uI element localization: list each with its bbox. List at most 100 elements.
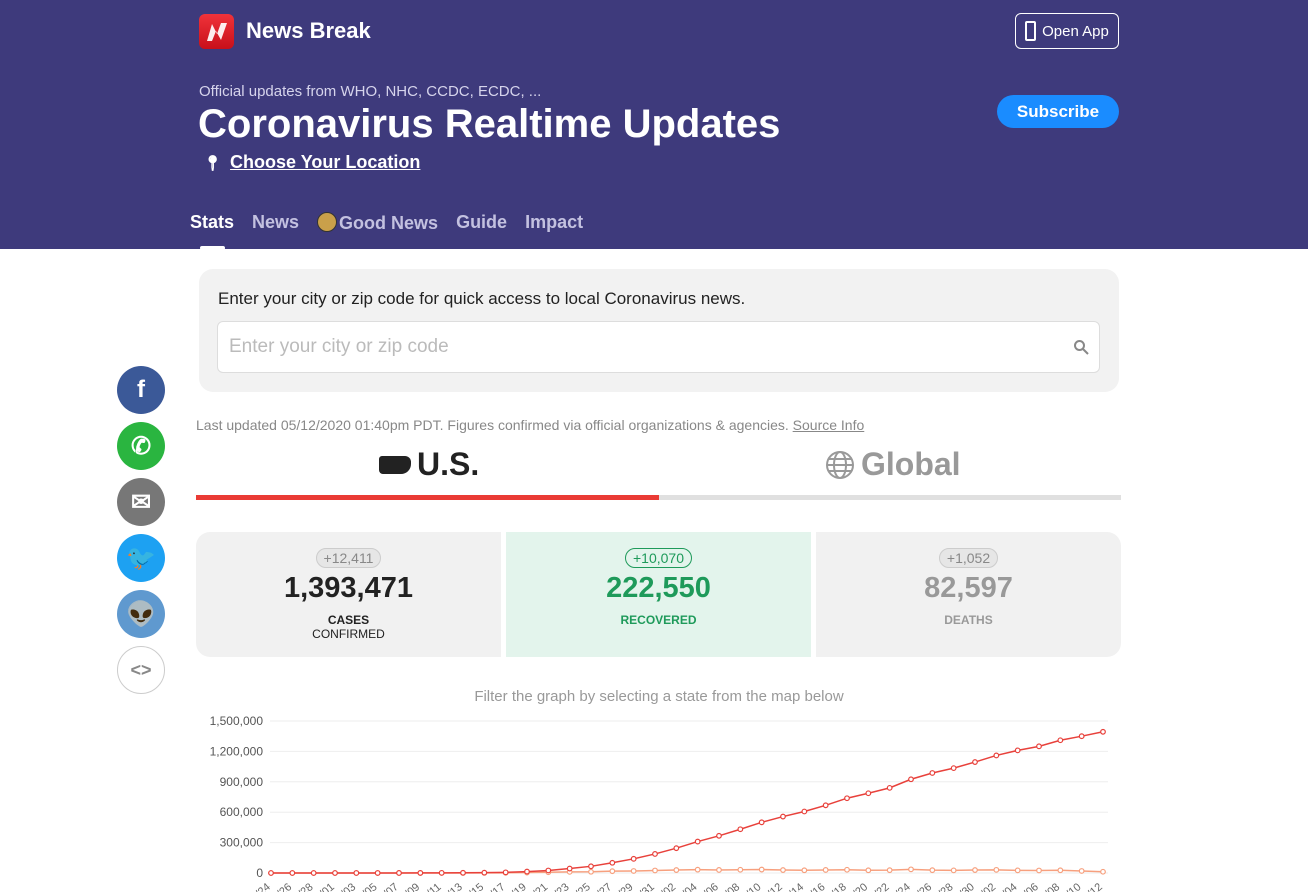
data-point bbox=[289, 870, 296, 876]
us-map-icon bbox=[379, 455, 411, 474]
tab-guide[interactable]: Guide bbox=[456, 212, 507, 234]
x-tick-label: 02/26 bbox=[265, 881, 294, 892]
data-point bbox=[716, 832, 722, 839]
search-icon[interactable] bbox=[1073, 339, 1089, 355]
tab-stats[interactable]: Stats bbox=[190, 212, 234, 250]
reddit-share-button[interactable]: 👽 bbox=[117, 590, 165, 638]
email-share-button[interactable]: ✉ bbox=[117, 478, 165, 526]
whatsapp-share-button[interactable]: ✆ bbox=[117, 422, 165, 470]
data-point bbox=[566, 865, 573, 872]
series-line bbox=[270, 868, 1104, 874]
x-tick-label: 05/10 bbox=[1055, 881, 1084, 892]
data-point bbox=[502, 869, 509, 876]
x-tick-label: 03/19 bbox=[500, 881, 529, 892]
region-tab-indicator bbox=[196, 495, 659, 500]
location-search-input[interactable] bbox=[217, 321, 1100, 373]
data-point bbox=[588, 868, 594, 875]
deaths-value: 82,597 bbox=[924, 572, 1013, 604]
data-point bbox=[886, 867, 893, 874]
data-point bbox=[1036, 867, 1042, 874]
tab-impact[interactable]: Impact bbox=[525, 212, 583, 234]
open-app-button[interactable]: Open App bbox=[1015, 13, 1119, 49]
data-point bbox=[417, 870, 424, 876]
x-tick-label: 04/02 bbox=[649, 881, 678, 892]
data-point bbox=[822, 867, 829, 873]
location-search-panel: Enter your city or zip code for quick ac… bbox=[199, 269, 1119, 392]
x-tick-label: 04/12 bbox=[756, 881, 785, 892]
choose-location-link[interactable]: Choose Your Location bbox=[230, 152, 420, 173]
data-point bbox=[993, 866, 1000, 873]
x-tick-label: 05/02 bbox=[969, 881, 998, 892]
search-prompt: Enter your city or zip code for quick ac… bbox=[218, 289, 746, 308]
data-point bbox=[929, 770, 936, 776]
data-point bbox=[374, 870, 381, 876]
twitter-share-button[interactable]: 🐦 bbox=[117, 534, 165, 582]
data-point bbox=[844, 795, 850, 802]
data-point bbox=[438, 870, 445, 876]
x-tick-label: 03/31 bbox=[628, 881, 657, 892]
x-tick-label: 04/04 bbox=[671, 881, 700, 892]
news-break-logo[interactable] bbox=[199, 14, 234, 49]
tab-news[interactable]: News bbox=[252, 212, 299, 234]
data-point bbox=[588, 863, 594, 870]
recovered-value: 222,550 bbox=[606, 572, 711, 604]
data-point bbox=[630, 855, 637, 862]
data-point bbox=[993, 752, 1000, 759]
data-point bbox=[481, 869, 488, 876]
region-tab-global[interactable]: Global bbox=[825, 446, 961, 483]
data-point bbox=[332, 870, 338, 876]
data-point bbox=[545, 867, 552, 874]
x-tick-label: 02/24 bbox=[244, 881, 273, 892]
data-point bbox=[694, 838, 701, 845]
x-tick-label: 04/16 bbox=[799, 881, 828, 892]
embed-share-button[interactable]: <> bbox=[117, 646, 165, 694]
x-tick-label: 03/05 bbox=[351, 881, 380, 892]
data-point bbox=[801, 808, 808, 815]
location-picker[interactable]: 📍︎ Choose Your Location bbox=[203, 152, 420, 173]
data-point bbox=[332, 870, 338, 876]
cases-label: CASES bbox=[327, 613, 370, 627]
map-pin-icon: 📍︎ bbox=[203, 154, 223, 172]
data-point bbox=[609, 859, 616, 866]
facebook-share-button[interactable]: f bbox=[117, 366, 165, 414]
x-tick-label: 03/01 bbox=[308, 881, 337, 892]
page-title: Coronavirus Realtime Updates bbox=[198, 102, 781, 146]
data-point bbox=[609, 868, 616, 875]
recovered-delta: +10,070 bbox=[625, 548, 692, 568]
stat-card-deaths: +1,052 82,597 DEATHS bbox=[816, 532, 1121, 657]
data-point bbox=[1078, 868, 1085, 874]
data-point bbox=[566, 868, 573, 875]
data-point bbox=[865, 790, 872, 797]
globe-icon bbox=[826, 450, 854, 479]
x-tick-label: 03/25 bbox=[564, 881, 593, 892]
data-point bbox=[1100, 728, 1106, 735]
x-tick-label: 05/12 bbox=[1076, 881, 1105, 892]
x-tick-label: 03/11 bbox=[415, 881, 443, 892]
data-point bbox=[268, 870, 274, 876]
open-app-label: Open App bbox=[1042, 22, 1109, 40]
data-point bbox=[780, 867, 786, 873]
data-point bbox=[652, 867, 658, 874]
data-point bbox=[1057, 867, 1064, 874]
tab-good-news[interactable]: Good News bbox=[317, 212, 438, 234]
data-point bbox=[1014, 867, 1021, 874]
x-tick-label: 04/10 bbox=[735, 881, 764, 892]
whatsapp-icon: ✆ bbox=[130, 432, 152, 460]
x-tick-label: 03/17 bbox=[479, 881, 508, 892]
data-point bbox=[929, 867, 936, 874]
data-point bbox=[310, 870, 317, 876]
subtitle: Official updates from WHO, NHC, CCDC, EC… bbox=[199, 83, 542, 100]
data-point bbox=[524, 868, 530, 875]
region-global-label: Global bbox=[861, 446, 961, 482]
x-tick-label: 03/21 bbox=[521, 881, 550, 892]
data-point bbox=[972, 759, 978, 765]
subscribe-button[interactable]: Subscribe bbox=[997, 95, 1119, 128]
region-tab-us[interactable]: U.S. bbox=[379, 446, 479, 483]
brand-name[interactable]: News Break bbox=[246, 18, 371, 44]
data-point bbox=[1057, 737, 1064, 744]
x-tick-label: 03/07 bbox=[372, 881, 401, 892]
source-info-link[interactable]: Source Info bbox=[793, 417, 865, 433]
x-tick-label: 05/06 bbox=[1012, 881, 1041, 892]
data-point bbox=[758, 866, 765, 873]
email-icon: ✉ bbox=[130, 488, 152, 516]
